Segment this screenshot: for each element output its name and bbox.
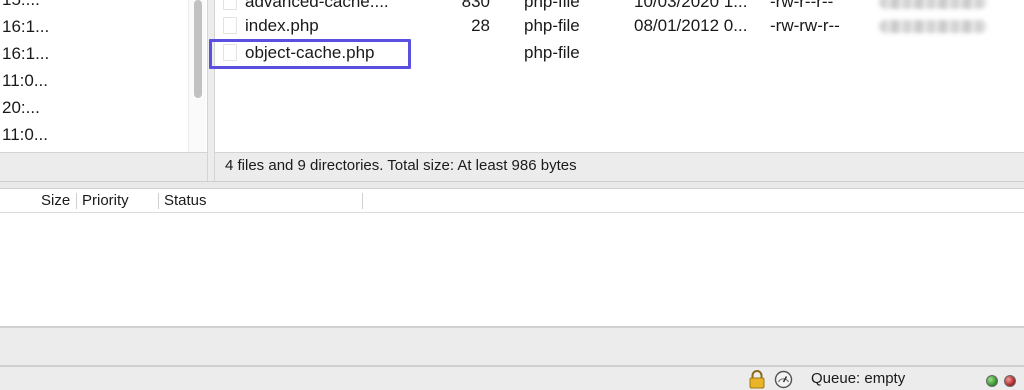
local-row-time: 11:0... bbox=[2, 125, 48, 144]
queue-list[interactable] bbox=[0, 213, 1024, 326]
file-size: 28 bbox=[471, 16, 490, 35]
local-row-time: 20:... bbox=[2, 98, 40, 117]
local-file-list[interactable]: 15:... 16:1... 16:1... 11:0... 20:... 11… bbox=[0, 0, 207, 152]
file-icon bbox=[223, 0, 237, 10]
file-row[interactable]: index.php 28 php-file 08/01/2012 0... -r… bbox=[215, 12, 1024, 39]
remote-file-list[interactable]: advanced-cache.... 830 php-file 10/03/20… bbox=[215, 0, 1024, 152]
speed-limit-icon[interactable] bbox=[774, 370, 793, 389]
column-header-priority[interactable]: Priority bbox=[82, 189, 129, 213]
file-owner-redacted bbox=[879, 0, 987, 9]
queue-tab-area bbox=[0, 326, 1024, 366]
column-header-size[interactable]: Size bbox=[41, 189, 70, 213]
column-separator[interactable] bbox=[158, 193, 159, 209]
local-row-time: 15:... bbox=[2, 0, 40, 13]
pane-splitter-horizontal[interactable] bbox=[0, 181, 1024, 189]
activity-led-red-icon bbox=[1004, 375, 1016, 387]
local-status-strip bbox=[0, 152, 207, 181]
queue-header: Size Priority Status bbox=[0, 189, 1024, 213]
pane-splitter-vertical[interactable] bbox=[207, 0, 215, 181]
column-separator[interactable] bbox=[76, 193, 77, 209]
local-scrollbar[interactable] bbox=[188, 0, 206, 152]
local-scrollbar-thumb[interactable] bbox=[194, 0, 202, 98]
file-modified: 08/01/2012 0... bbox=[634, 16, 748, 35]
local-row-time: 16:1... bbox=[2, 44, 50, 63]
highlight-annotation-box bbox=[209, 39, 411, 69]
file-type: php-file bbox=[524, 16, 580, 35]
queue-status-text: Queue: empty bbox=[811, 370, 906, 387]
column-header-status[interactable]: Status bbox=[164, 189, 207, 213]
file-type: php-file bbox=[524, 43, 580, 62]
status-bar: Queue: empty bbox=[0, 366, 1024, 390]
local-row-time: 16:1... bbox=[2, 17, 50, 36]
file-name: index.php bbox=[245, 16, 319, 35]
activity-led-green-icon bbox=[986, 375, 998, 387]
remote-status-strip: 4 files and 9 directories. Total size: A… bbox=[215, 152, 1024, 181]
file-permissions: -rw-rw-r-- bbox=[770, 16, 840, 35]
file-icon bbox=[223, 17, 237, 34]
remote-summary-text: 4 files and 9 directories. Total size: A… bbox=[225, 157, 577, 174]
column-separator[interactable] bbox=[362, 193, 363, 209]
file-owner-redacted bbox=[879, 20, 987, 33]
lock-icon[interactable] bbox=[748, 370, 766, 389]
local-row-time: 11:0... bbox=[2, 71, 48, 90]
